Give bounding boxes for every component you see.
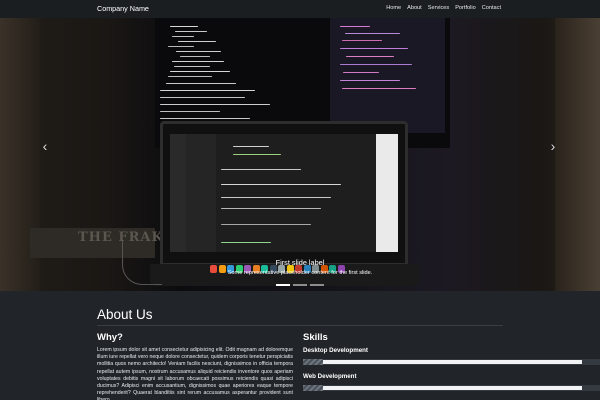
indicator-slide-1[interactable] <box>276 284 290 286</box>
section-divider <box>97 325 503 326</box>
skill-name: Web Development <box>303 373 357 380</box>
carousel-next-button[interactable]: › <box>545 138 561 154</box>
brand-link[interactable]: Company Name <box>97 4 149 13</box>
caption-title: First slide label <box>275 258 325 267</box>
hero-carousel: THE FRAKE ‹ › First slide label Some rep… <box>0 18 600 291</box>
skill-web-development: Web Development <box>303 373 600 391</box>
indicator-slide-2[interactable] <box>293 284 307 286</box>
navbar: Company Name Home About Services Portfol… <box>0 0 600 18</box>
why-paragraph: Lorem ipsum dolor sit amet consectetur a… <box>97 347 293 400</box>
skill-progress-bar <box>303 385 600 391</box>
chevron-left-icon: ‹ <box>42 138 48 154</box>
hero-image: THE FRAKE <box>0 18 600 291</box>
caption-text: Some representative placeholder content … <box>227 270 373 276</box>
about-title: About Us <box>97 307 153 322</box>
nav-link-portfolio[interactable]: Portfolio <box>455 5 476 11</box>
skill-progress-bar <box>303 359 600 365</box>
skill-desktop-development: Desktop Development <box>303 347 600 365</box>
skill-name: Desktop Development <box>303 347 368 354</box>
skills-heading: Skills <box>303 332 328 343</box>
nav-link-home[interactable]: Home <box>386 5 401 11</box>
why-heading: Why? <box>97 332 123 343</box>
chevron-right-icon: › <box>550 138 556 154</box>
about-section: About Us Why? Lorem ipsum dolor sit amet… <box>97 291 600 400</box>
indicator-slide-3[interactable] <box>310 284 324 286</box>
page: Company Name Home About Services Portfol… <box>0 0 600 400</box>
carousel-indicators <box>0 284 600 286</box>
carousel-prev-button[interactable]: ‹ <box>37 138 53 154</box>
nav-link-services[interactable]: Services <box>428 5 449 11</box>
laptop-image <box>160 121 408 266</box>
carousel-caption: First slide label Some representative pl… <box>0 258 600 276</box>
nav-link-contact[interactable]: Contact <box>482 5 501 11</box>
nav-links: Home About Services Portfolio Contact <box>386 5 501 11</box>
nav-link-about[interactable]: About <box>407 5 422 11</box>
